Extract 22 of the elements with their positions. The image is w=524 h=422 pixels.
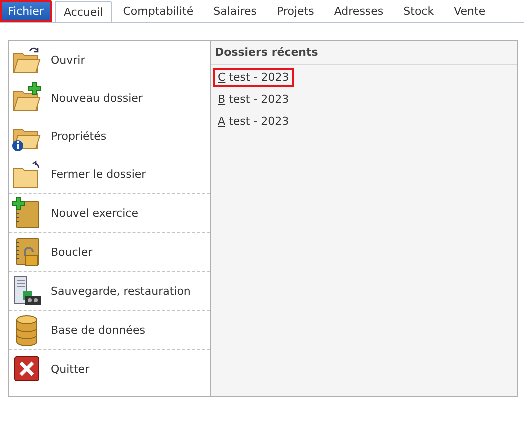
menu-item[interactable]: Sauvegarde, restauration [51, 284, 191, 298]
recent-folder-link[interactable]: A test - 2023 [213, 112, 294, 131]
menu-tab[interactable]: Projets [268, 1, 324, 22]
menu-item[interactable]: Fermer le dossier [51, 168, 146, 180]
menu-item[interactable]: Ouvrir [51, 54, 86, 66]
menu-item[interactable]: Base de données [51, 324, 146, 336]
menu-item[interactable]: Boucler [51, 246, 93, 258]
menu-tab[interactable]: Adresses [325, 1, 393, 22]
menu-tab[interactable]: Stock [394, 1, 444, 22]
menu-item[interactable]: Propriétés [51, 130, 107, 142]
menu-item[interactable]: Nouvel exercice [51, 206, 138, 220]
menu-tab[interactable]: Accueil [54, 1, 112, 22]
menu-tab[interactable]: Vente [445, 1, 495, 22]
menu-tab[interactable]: Fichier [0, 0, 52, 22]
menu-item[interactable]: Nouveau dossier [51, 92, 143, 104]
recent-folder-link[interactable]: C test - 2023 [213, 68, 294, 87]
menu-tab[interactable]: Comptabilité [114, 1, 203, 22]
menu-tab[interactable]: Salaires [204, 1, 266, 22]
menu-item[interactable]: Quitter [51, 362, 90, 376]
recent-folders-heading: Dossiers récents [211, 41, 517, 65]
recent-folder-link[interactable]: B test - 2023 [213, 90, 294, 109]
folder-plus-icon [11, 82, 43, 114]
